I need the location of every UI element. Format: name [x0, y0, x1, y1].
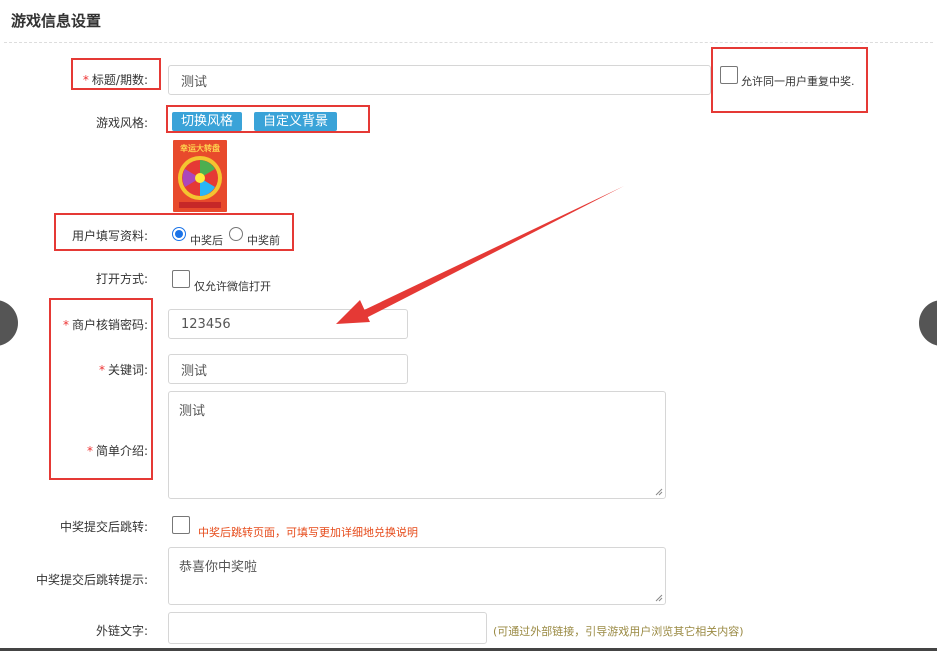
annotation-arrow-icon [336, 186, 624, 324]
game-settings-page: 游戏信息设置 * 标题/期数: 测试 允许同一用户重复中奖. 游戏风格: 切换风格… [0, 0, 937, 651]
